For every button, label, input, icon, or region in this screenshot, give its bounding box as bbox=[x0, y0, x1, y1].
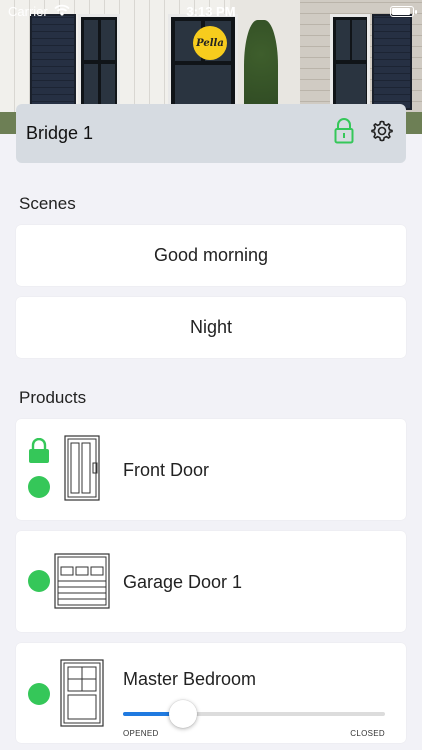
product-garage-door-1[interactable]: Garage Door 1 bbox=[16, 531, 406, 632]
scene-good-morning[interactable]: Good morning bbox=[16, 225, 406, 286]
lock-icon bbox=[28, 437, 50, 469]
position-slider[interactable] bbox=[123, 700, 385, 728]
wifi-icon bbox=[54, 4, 70, 19]
gear-icon[interactable] bbox=[370, 119, 394, 148]
status-dot bbox=[28, 683, 50, 705]
product-master-bedroom[interactable]: Master Bedroom OPENED CLOSED bbox=[16, 643, 406, 743]
status-dot bbox=[28, 476, 50, 498]
slider-max-label: CLOSED bbox=[350, 729, 385, 738]
scene-label: Night bbox=[189, 317, 233, 337]
pella-logo: Pella bbox=[193, 26, 227, 60]
scene-night[interactable]: Night bbox=[16, 297, 406, 358]
bridge-header[interactable]: Bridge 1 bbox=[16, 104, 406, 163]
scenes-title: Scenes bbox=[19, 194, 76, 213]
bridge-title: Bridge 1 bbox=[26, 123, 94, 143]
status-dot bbox=[28, 570, 50, 592]
door-icon bbox=[64, 435, 100, 506]
battery-icon bbox=[390, 5, 417, 17]
carrier-label: Carrier bbox=[8, 3, 48, 19]
lock-icon[interactable] bbox=[334, 118, 354, 149]
product-name: Front Door bbox=[123, 460, 210, 480]
slider-thumb[interactable] bbox=[169, 700, 198, 728]
window-icon bbox=[60, 659, 104, 732]
slider-min-label: OPENED bbox=[123, 729, 159, 738]
product-front-door[interactable]: Front Door bbox=[16, 419, 406, 520]
products-title: Products bbox=[19, 388, 87, 407]
status-bar: Carrier 3:13 PM bbox=[0, 0, 422, 22]
product-name: Master Bedroom bbox=[123, 669, 257, 689]
product-name: Garage Door 1 bbox=[123, 572, 243, 592]
scene-label: Good morning bbox=[153, 245, 269, 265]
garage-door-icon bbox=[54, 553, 110, 614]
